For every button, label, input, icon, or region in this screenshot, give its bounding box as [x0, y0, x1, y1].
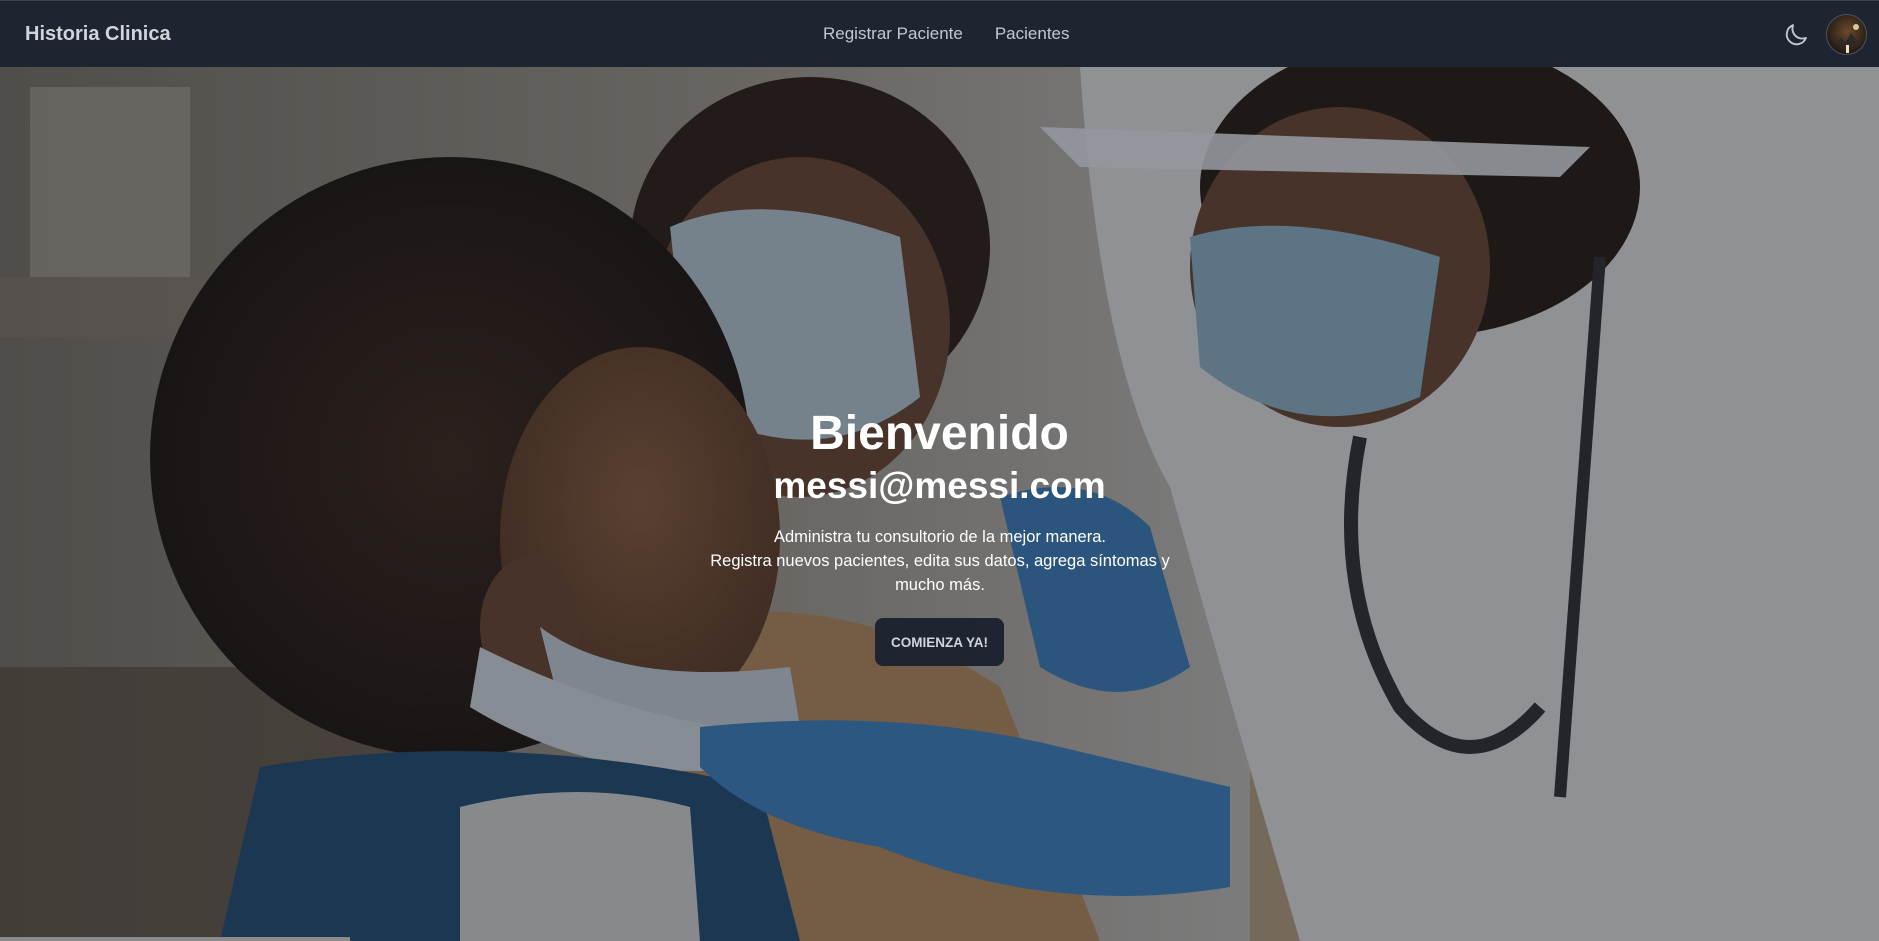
hero-description-line2: Registra nuevos pacientes, edita sus dat…	[710, 552, 1170, 594]
nav-link-pacientes[interactable]: Pacientes	[995, 24, 1070, 44]
nav-links: Registrar Paciente Pacientes	[823, 24, 1070, 44]
hero-title: Bienvenido	[810, 407, 1069, 460]
hero-description-line1: Administra tu consultorio de la mejor ma…	[774, 528, 1106, 546]
hero-description: Administra tu consultorio de la mejor ma…	[710, 525, 1170, 597]
hero-content: Bienvenido messi@messi.com Administra tu…	[0, 67, 1879, 941]
top-navbar: Historia Clinica Registrar Paciente Paci…	[0, 0, 1879, 67]
user-avatar[interactable]	[1826, 14, 1867, 55]
moon-icon[interactable]	[1782, 21, 1810, 49]
user-email: messi@messi.com	[773, 465, 1106, 506]
brand-logo[interactable]: Historia Clinica	[25, 23, 171, 46]
nav-link-registrar-paciente[interactable]: Registrar Paciente	[823, 24, 963, 44]
horizontal-scrollbar[interactable]	[0, 937, 350, 941]
hero-section: Bienvenido messi@messi.com Administra tu…	[0, 67, 1879, 941]
comienza-ya-button[interactable]: COMIENZA YA!	[875, 618, 1004, 666]
